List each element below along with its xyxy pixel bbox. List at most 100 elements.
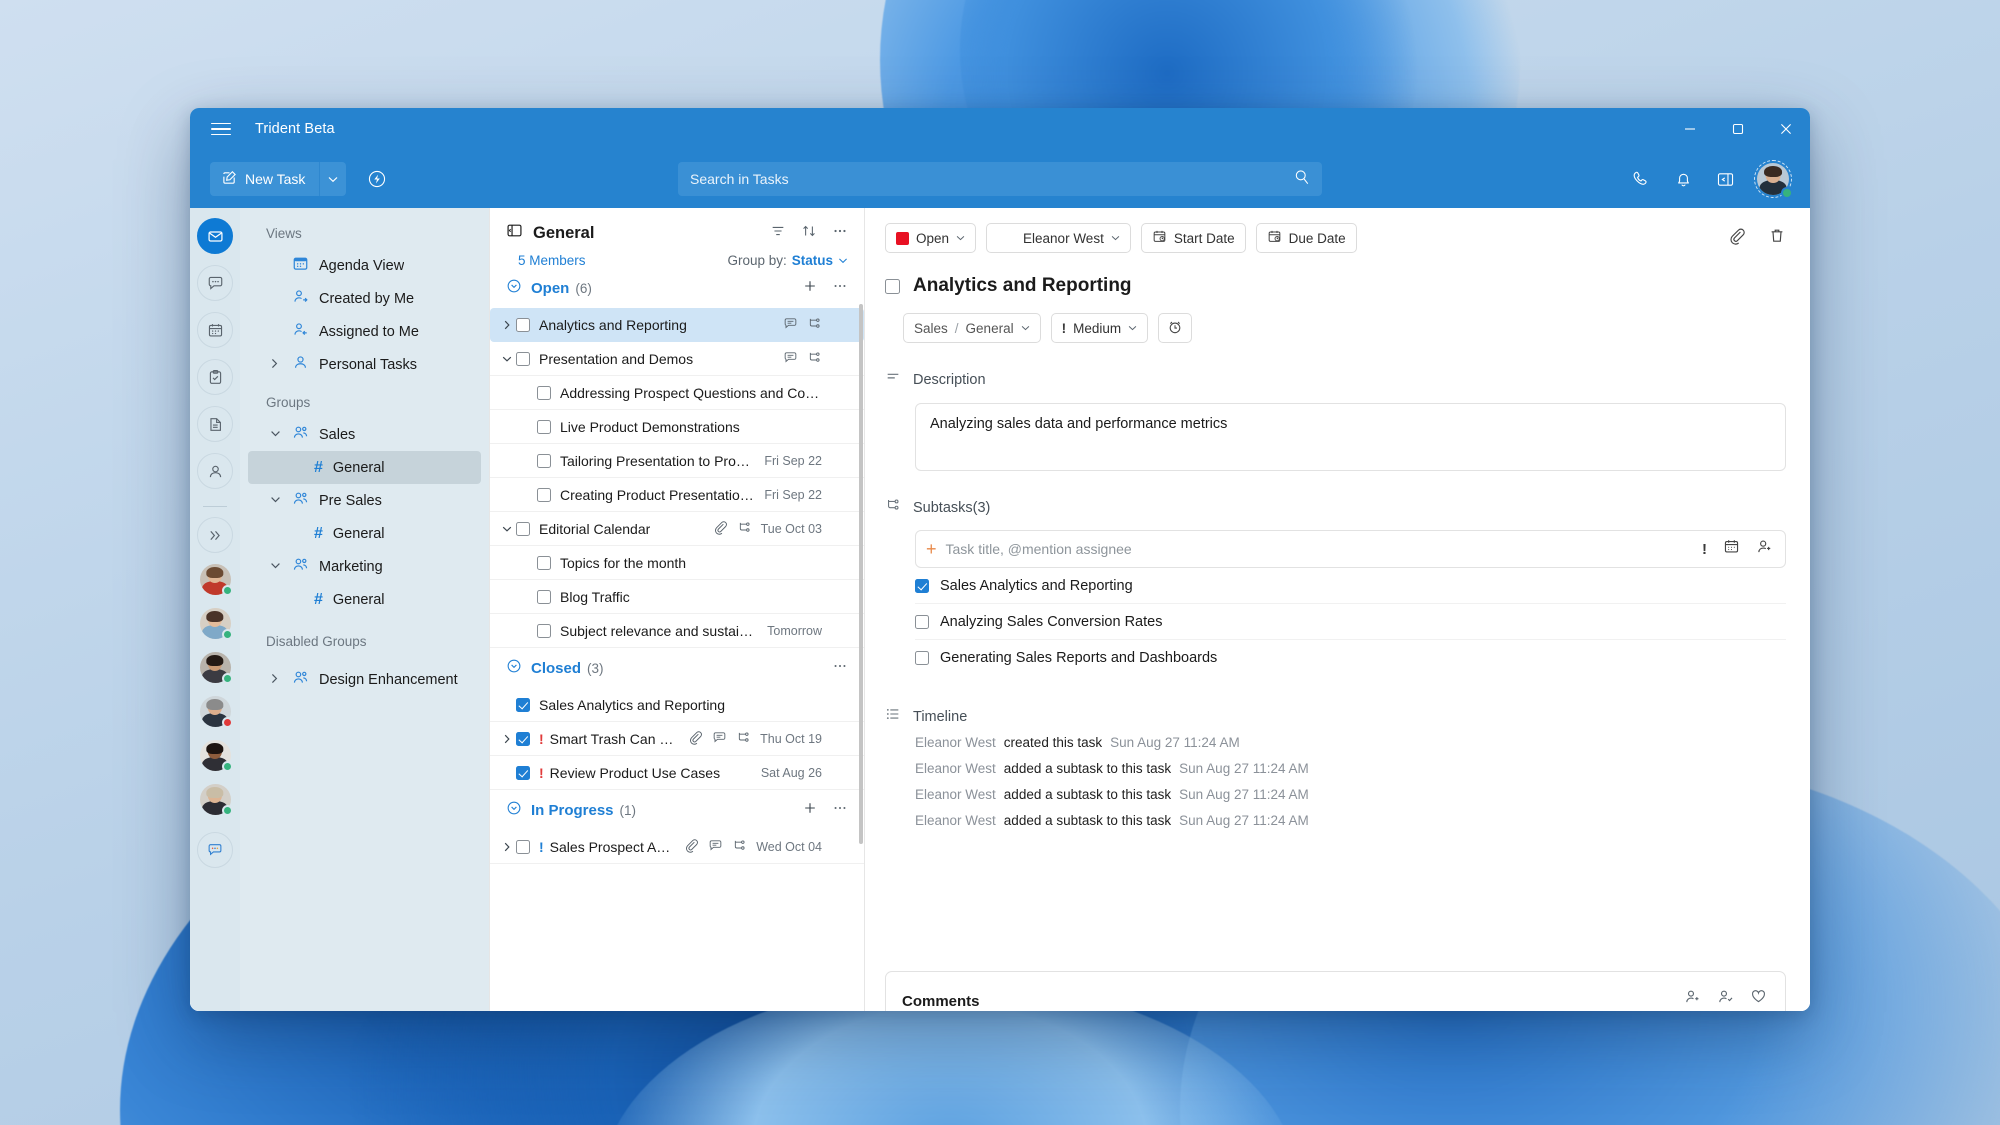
assigned-person-icon[interactable] [1717,988,1734,1010]
sidebar-item-agenda-view[interactable]: Agenda View [248,249,481,282]
task-checkbox[interactable] [537,589,551,604]
assign-icon[interactable] [1756,538,1773,560]
assignee-avatar[interactable] [831,693,854,716]
table-row[interactable]: Blog Traffic [490,580,864,614]
subtask-icon[interactable] [807,316,822,334]
list-item[interactable]: Analyzing Sales Conversion Rates [915,604,1786,640]
assignee-avatar[interactable] [831,347,854,370]
chevron-right-icon[interactable] [270,673,279,687]
table-row[interactable]: Sales Analytics and Reporting [490,688,864,722]
task-checkbox[interactable] [516,317,530,332]
subtask-icon[interactable] [736,730,751,748]
table-row[interactable]: Topics for the month [490,546,864,580]
section-header-in-progress[interactable]: In Progress (1) [490,790,864,830]
close-button[interactable] [1762,108,1810,150]
rail-item-files[interactable] [197,406,233,442]
assignee-avatar[interactable] [831,727,854,750]
sidebar-group-pre-sales[interactable]: Pre Sales [248,484,481,517]
rail-item-calendar[interactable] [197,312,233,348]
task-checkbox[interactable] [537,385,551,400]
rail-item-chat[interactable] [197,265,233,301]
hamburger-menu-icon[interactable] [211,122,231,136]
table-row[interactable]: Creating Product Presentations Fri Sep 2… [490,478,864,512]
rail-item-tasks[interactable] [197,359,233,395]
bell-icon[interactable] [1670,166,1696,192]
subtask-checkbox[interactable] [915,578,929,593]
assignee-avatar[interactable] [831,415,854,438]
more-options-icon[interactable] [832,223,848,244]
feedback-icon[interactable] [197,832,233,868]
comment-icon[interactable] [708,838,723,856]
avatar[interactable] [1754,160,1793,199]
priority-selector[interactable]: ! Medium [1050,313,1149,343]
task-checkbox[interactable] [516,521,530,536]
section-header-closed[interactable]: Closed (3) [490,648,864,688]
task-checkbox[interactable] [537,623,551,638]
expand-icon[interactable] [498,842,516,852]
subtask-icon[interactable] [807,350,822,368]
table-row[interactable]: Subject relevance and sustainability Tom… [490,614,864,648]
table-row[interactable]: Addressing Prospect Questions and Concer… [490,376,864,410]
heart-icon[interactable] [1750,988,1767,1010]
add-subtask-field[interactable]: + Task title, @mention assignee ! [915,530,1786,568]
new-task-dropdown-button[interactable] [320,162,347,196]
assignee-avatar[interactable] [831,835,854,858]
task-list-scroll[interactable]: Open (6) Analytics and Reporting Present… [490,268,864,1011]
task-checkbox[interactable] [885,278,900,294]
sidebar-item-marketing-general[interactable]: # General [248,583,481,616]
expand-icon[interactable] [498,734,516,744]
table-row[interactable]: Analytics and Reporting [490,308,864,342]
sidebar-item-personal-tasks[interactable]: Personal Tasks [248,348,481,381]
attach-icon[interactable] [713,520,728,538]
list-item[interactable]: Sales Analytics and Reporting [915,568,1786,604]
section-more-icon[interactable] [832,800,848,821]
contact-avatar[interactable] [199,696,233,728]
chevron-down-icon[interactable] [270,495,281,507]
table-row[interactable]: Editorial Calendar Tue Oct 03 [490,512,864,546]
sidebar-item-sales-general[interactable]: # General [248,451,481,484]
collapse-icon[interactable] [498,525,516,533]
task-checkbox[interactable] [516,731,530,746]
collapse-icon[interactable] [506,278,522,299]
collapse-icon[interactable] [506,800,522,821]
attach-icon[interactable] [1728,227,1746,250]
expand-icon[interactable] [498,320,516,330]
chevron-right-icon[interactable] [270,358,279,372]
rail-item-people[interactable] [197,453,233,489]
due-date-button[interactable]: Due Date [1255,223,1357,253]
calendar-icon[interactable] [1723,538,1740,560]
task-checkbox[interactable] [537,555,551,570]
add-task-icon[interactable] [802,278,818,299]
table-row[interactable]: ! Sales Prospect Analysis Wed Oct 04 [490,830,864,864]
assignee-avatar[interactable] [1764,611,1786,633]
contact-avatar[interactable] [199,740,233,772]
status-selector[interactable]: Open [885,223,977,253]
assignee-avatar[interactable] [831,313,854,336]
task-checkbox[interactable] [516,839,530,854]
call-icon[interactable] [1628,166,1654,192]
group-by-selector[interactable]: Group by: Status [727,253,848,268]
start-date-button[interactable]: Start Date [1140,223,1246,253]
sort-icon[interactable] [801,223,817,244]
search-input[interactable]: Search in Tasks [690,171,1294,187]
list-item[interactable]: Generating Sales Reports and Dashboards [915,640,1786,676]
table-row[interactable]: Presentation and Demos [490,342,864,376]
assignee-avatar[interactable] [1764,575,1786,597]
assignee-avatar[interactable] [831,761,854,784]
quick-action-icon[interactable] [364,166,390,192]
task-checkbox[interactable] [537,487,551,502]
assignee-avatar[interactable] [831,551,854,574]
assignee-avatar[interactable] [831,381,854,404]
sidebar-item-pre-sales-general[interactable]: # General [248,517,481,550]
assignee-avatar[interactable] [831,449,854,472]
chevron-down-icon[interactable] [270,429,281,441]
assignee-avatar[interactable] [1764,647,1786,669]
task-checkbox[interactable] [537,419,551,434]
section-more-icon[interactable] [832,278,848,299]
assignee-selector[interactable]: Eleanor West [986,223,1131,253]
attach-icon[interactable] [688,730,703,748]
comment-icon[interactable] [783,316,798,334]
task-checkbox[interactable] [516,697,530,712]
comment-icon[interactable] [783,350,798,368]
collapse-icon[interactable] [506,658,522,679]
